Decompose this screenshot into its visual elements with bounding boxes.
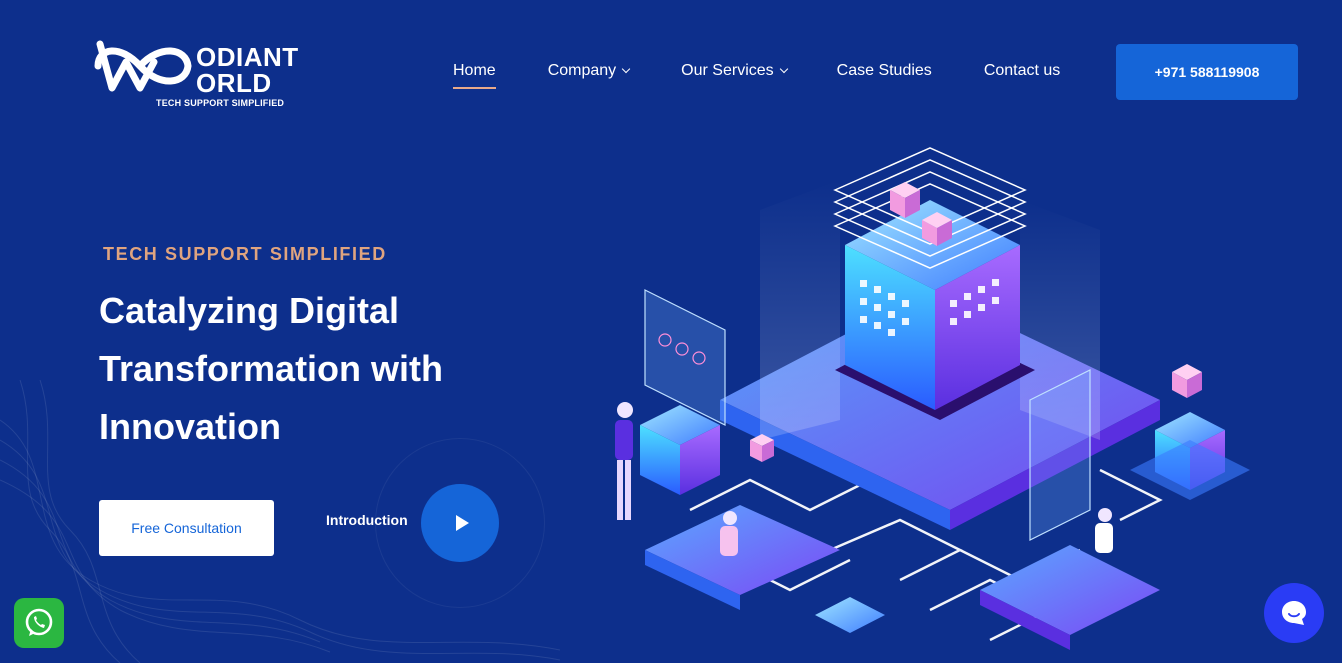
chevron-down-icon (621, 64, 631, 74)
free-consultation-button[interactable]: Free Consultation (99, 500, 274, 556)
nav-item-company[interactable]: Company (547, 60, 631, 82)
hero-headline: Catalyzing Digital Transformation with I… (99, 282, 519, 456)
nav-label-company: Company (547, 62, 617, 79)
hero-illustration (615, 147, 1250, 650)
logo-infinity-icon (94, 40, 192, 92)
phone-call-button[interactable]: +971 588119908 (1116, 44, 1298, 100)
live-chat-button[interactable] (1264, 583, 1324, 643)
chevron-down-icon (779, 64, 788, 74)
chat-bubble-icon (1282, 601, 1306, 625)
play-video-button[interactable] (421, 484, 499, 562)
nav-label-our-services: Our Services (681, 62, 774, 79)
nav-item-home[interactable]: Home (453, 60, 496, 89)
whatsapp-button[interactable] (14, 598, 64, 648)
headline-line-1: Catalyzing Digital (99, 290, 400, 331)
headline-line-2: Transformation with (99, 348, 444, 389)
nav-item-our-services[interactable]: Our Services (681, 60, 788, 82)
hero-eyebrow: TECH SUPPORT SIMPLIFIED (103, 244, 387, 264)
headline-line-3: Innovation (99, 406, 281, 447)
nav-item-case-studies[interactable]: Case Studies (837, 60, 932, 82)
play-icon (455, 515, 469, 531)
logo-tagline: TECH SUPPORT SIMPLIFIED (156, 98, 285, 108)
nav-label-home: Home (453, 62, 496, 79)
nav-item-contact-us[interactable]: Contact us (984, 60, 1060, 82)
main-nav: Home Company Our Services Case Studies C… (453, 60, 1060, 89)
logo-text-line2: ORLD (196, 68, 272, 98)
whatsapp-icon (25, 608, 53, 636)
nav-label-case-studies: Case Studies (836, 62, 932, 79)
introduction-label: Introduction (326, 512, 408, 528)
site-logo[interactable]: ODIANT ORLD TECH SUPPORT SIMPLIFIED (90, 36, 298, 112)
nav-label-contact-us: Contact us (983, 62, 1061, 79)
